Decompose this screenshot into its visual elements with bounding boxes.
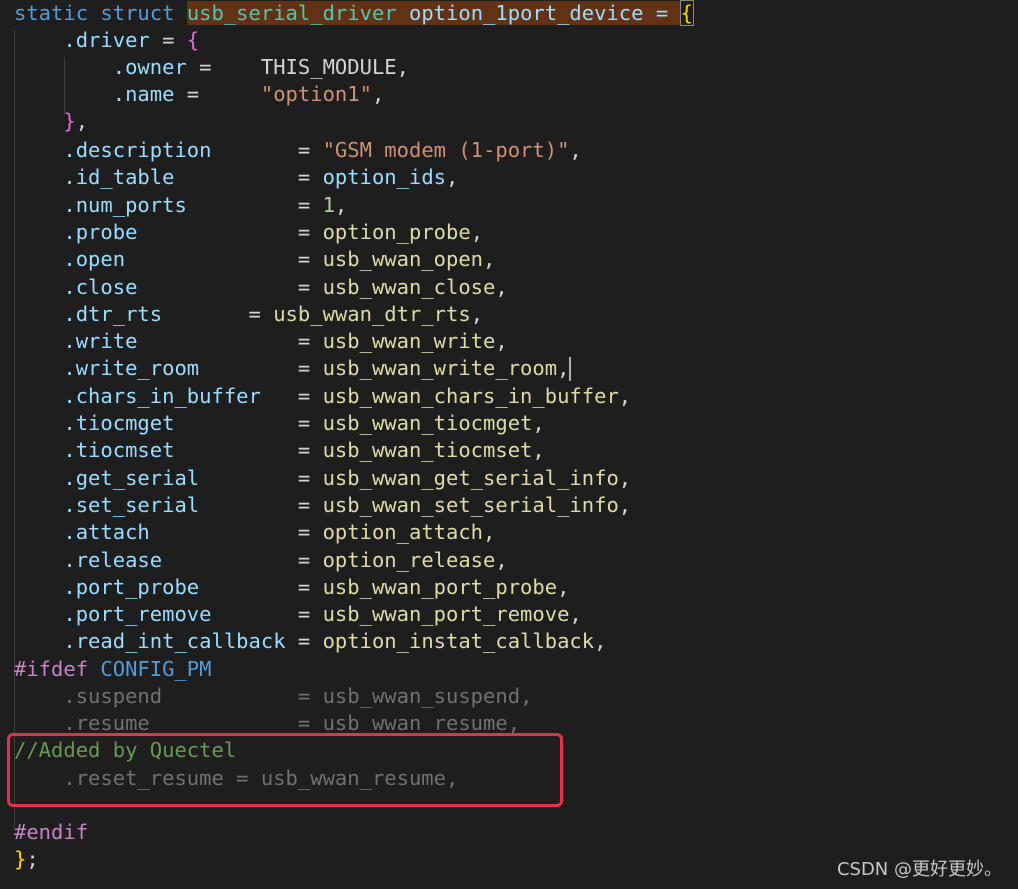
ifdef-directive: #ifdef — [14, 657, 89, 681]
field-owner: .owner — [112, 55, 187, 79]
field-value: usb_wwan_set_serial_info — [322, 492, 619, 517]
code-line-5[interactable]: }, — [14, 108, 88, 135]
value-owner: THIS_MODULE — [260, 55, 397, 79]
field-name: .write_room — [63, 356, 200, 381]
code-line-assignment[interactable]: .set_serial = usb_wwan_set_serial_info, — [14, 492, 631, 519]
field-value: usb_wwan_write — [322, 329, 496, 354]
value-suspend: usb_wwan_suspend — [322, 684, 521, 708]
field-name: .read_int_callback — [63, 629, 286, 654]
field-name: .get_serial — [63, 465, 200, 490]
code-line-assignment[interactable]: .attach = option_attach, — [14, 519, 495, 546]
field-name: .release — [63, 547, 163, 572]
struct-name: option_1port_device — [408, 1, 644, 25]
field-name: .chars_in_buffer — [63, 383, 261, 408]
field-name: .open — [63, 247, 126, 272]
field-name: .description — [63, 138, 212, 162]
code-line-4[interactable]: .name = "option1", — [14, 81, 385, 108]
driver-close-brace: } — [63, 109, 76, 133]
field-name: .id_table — [63, 165, 175, 190]
field-value: usb_wwan_get_serial_info — [322, 465, 619, 490]
field-value: usb_wwan_open — [322, 247, 484, 272]
field-value: usb_wwan_port_probe — [322, 574, 558, 599]
code-line-assignment[interactable]: .read_int_callback = option_instat_callb… — [14, 628, 606, 655]
code-line-assignment[interactable]: .close = usb_wwan_close, — [14, 274, 507, 301]
field-value: option_instat_callback — [322, 629, 595, 654]
field-value: usb_wwan_chars_in_buffer — [322, 383, 619, 408]
code-line-assignment[interactable]: .port_probe = usb_wwan_port_probe, — [14, 574, 569, 601]
field-name: .port_probe — [63, 574, 200, 599]
field-name: .dtr_rts — [63, 301, 163, 326]
keyword-static: static — [14, 1, 89, 25]
field-name: .port_remove — [63, 602, 212, 627]
field-name: .probe — [63, 219, 138, 244]
field-value: usb_wwan_dtr_rts — [273, 301, 471, 326]
keyword-struct: struct — [100, 1, 175, 25]
code-line-1[interactable]: static struct usb_serial_driver option_1… — [14, 0, 694, 27]
field-value: option_ids — [322, 165, 446, 190]
code-line-assignment[interactable]: .open = usb_wwan_open, — [14, 246, 495, 273]
code-line-suspend[interactable]: .suspend = usb_wwan_suspend, — [14, 683, 532, 710]
field-name: .tiocmset — [63, 438, 175, 463]
code-line-assignment[interactable]: .probe = option_probe, — [14, 219, 483, 246]
field-driver: .driver — [63, 28, 150, 52]
field-name: .attach — [63, 520, 150, 545]
value-resume: usb_wwan_resume — [322, 711, 508, 735]
code-line-assignment[interactable]: .chars_in_buffer = usb_wwan_chars_in_buf… — [14, 383, 631, 410]
code-line-assignment[interactable]: .get_serial = usb_wwan_get_serial_info, — [14, 465, 631, 492]
field-resume: .resume — [63, 711, 150, 735]
code-line-assignment[interactable]: .write_room = usb_wwan_write_room, — [14, 355, 572, 382]
endif-directive: #endif — [14, 820, 89, 844]
code-line-assignment[interactable]: .release = option_release, — [14, 547, 507, 574]
field-value: 1 — [322, 192, 335, 217]
open-brace: { — [679, 0, 694, 26]
code-line-assignment[interactable]: .tiocmget = usb_wwan_tiocmget, — [14, 410, 544, 437]
annotation-highlight-box — [7, 733, 563, 807]
struct-type: usb_serial_driver — [186, 1, 397, 25]
field-value: "GSM modem (1-port)" — [322, 138, 570, 162]
field-value: usb_wwan_tiocmget — [322, 411, 533, 435]
code-line-assignment[interactable]: .id_table = option_ids, — [14, 164, 458, 191]
code-line-2[interactable]: .driver = { — [14, 27, 199, 54]
field-value: usb_wwan_port_remove — [322, 602, 570, 627]
field-suspend: .suspend — [63, 684, 163, 708]
code-line-assignment[interactable]: .dtr_rts = usb_wwan_dtr_rts, — [14, 301, 483, 328]
code-line-assignment[interactable]: .num_ports = 1, — [14, 192, 347, 219]
field-name: .write — [63, 329, 138, 354]
field-value: usb_wwan_tiocmset — [322, 438, 533, 463]
code-line-endif[interactable]: #endif — [14, 819, 88, 846]
code-line-close[interactable]: }; — [14, 846, 39, 873]
field-name: .close — [63, 274, 138, 299]
field-value: option_release — [322, 547, 496, 572]
driver-open-brace: { — [186, 28, 200, 52]
field-name: .num_ports — [63, 192, 187, 217]
code-editor[interactable]: static struct usb_serial_driver option_1… — [0, 0, 1018, 889]
field-value: option_attach — [322, 520, 484, 545]
value-name: "option1" — [260, 82, 372, 106]
field-name: .name — [112, 82, 175, 106]
code-line-assignment[interactable]: .description = "GSM modem (1-port)", — [14, 137, 581, 164]
code-line-3[interactable]: .owner = THIS_MODULE, — [14, 54, 409, 81]
field-value: usb_wwan_close — [322, 274, 496, 299]
field-name: .tiocmget — [63, 411, 175, 435]
field-value: usb_wwan_write_room — [322, 356, 558, 381]
field-value: option_probe — [322, 219, 471, 244]
field-name: .set_serial — [63, 492, 200, 517]
code-line-assignment[interactable]: .tiocmset = usb_wwan_tiocmset, — [14, 437, 544, 464]
text-cursor — [569, 357, 572, 382]
code-line-assignment[interactable]: .write = usb_wwan_write, — [14, 328, 507, 355]
ifdef-macro: CONFIG_PM — [100, 657, 212, 681]
code-line-ifdef[interactable]: #ifdef CONFIG_PM — [14, 656, 212, 683]
csdn-watermark: CSDN @更好更妙。 — [836, 859, 1002, 880]
close-brace: } — [14, 847, 27, 871]
code-line-assignment[interactable]: .port_remove = usb_wwan_port_remove, — [14, 601, 581, 628]
